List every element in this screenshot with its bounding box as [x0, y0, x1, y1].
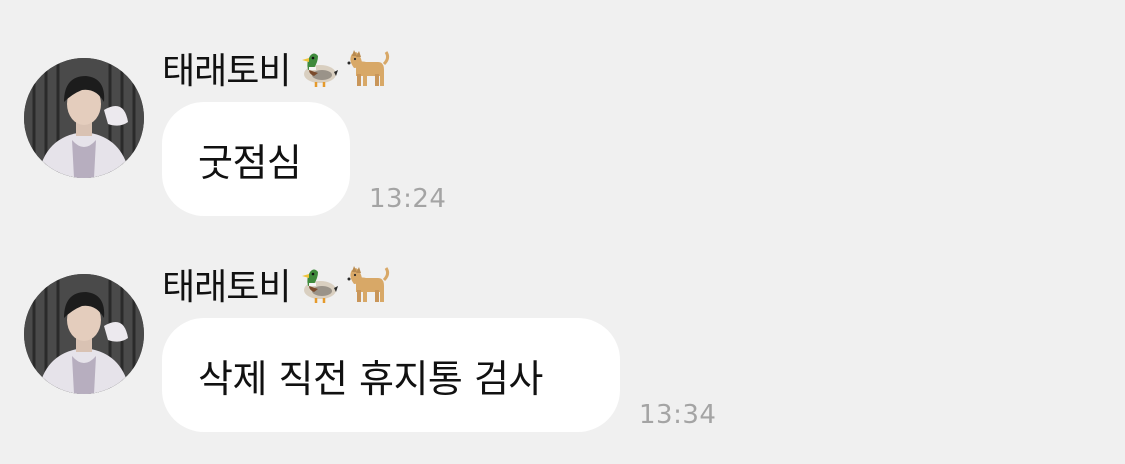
message-bubble[interactable]: 굿점심: [162, 102, 350, 216]
sender-header: 태래토비: [162, 46, 390, 92]
mallard-duck-icon: [302, 269, 339, 303]
message-timestamp: 13:24: [369, 184, 447, 214]
sender-name: 태래토비: [162, 267, 291, 308]
message-row: 태래토비 굿점심 13:24: [0, 0, 1125, 216]
mallard-duck-icon: [302, 53, 339, 87]
sender-name: 태래토비: [162, 51, 291, 92]
sender-header: 태래토비: [162, 262, 390, 308]
avatar[interactable]: [24, 58, 144, 178]
message-bubble[interactable]: 삭제 직전 휴지통 검사: [162, 318, 620, 432]
avatar[interactable]: [24, 274, 144, 394]
dog-icon: [347, 50, 390, 86]
message-row: 태래토비 삭제 직전 휴지통 검사 13:34: [0, 216, 1125, 432]
dog-icon: [347, 266, 390, 302]
message-timestamp: 13:34: [639, 400, 717, 430]
